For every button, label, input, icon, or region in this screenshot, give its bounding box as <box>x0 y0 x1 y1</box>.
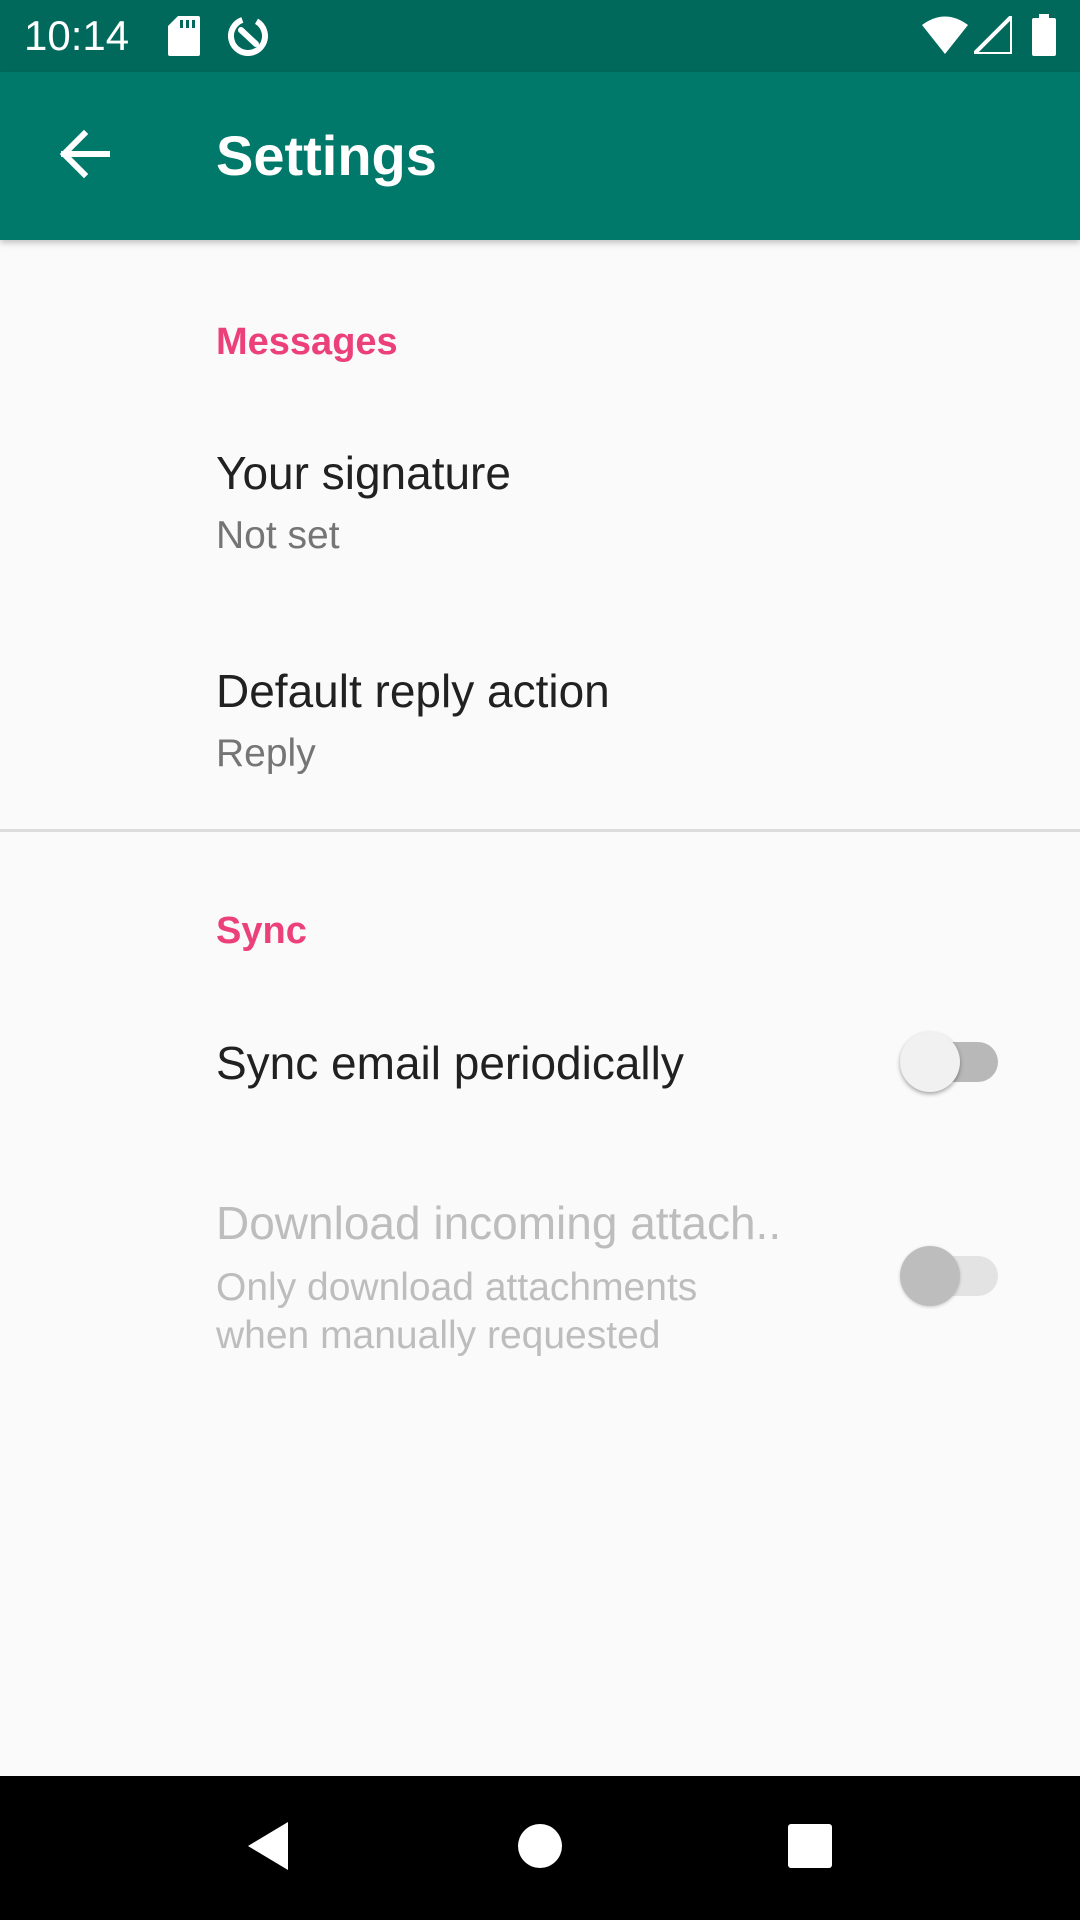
pref-title-your-signature: Your signature <box>216 447 511 499</box>
battery-icon <box>1032 14 1056 61</box>
pref-title-default-reply-action: Default reply action <box>216 665 610 717</box>
pref-title-download-attachments: Download incoming attach.. <box>216 1197 782 1249</box>
pref-summary-your-signature: Not set <box>216 514 340 557</box>
sync-email-switch[interactable] <box>900 1032 1000 1092</box>
recents-square-icon <box>787 1823 833 1874</box>
back-triangle-icon <box>244 1820 292 1877</box>
settings-screen: 10:14 Settings Messages Your signature N… <box>0 0 1080 1920</box>
section-header-messages: Messages <box>216 321 398 363</box>
navigation-bar <box>0 1776 1080 1920</box>
nav-back-button[interactable] <box>224 1804 312 1892</box>
arrow-back-icon <box>58 129 111 183</box>
wifi-icon <box>922 16 968 59</box>
pref-default-reply-action[interactable] <box>0 630 1080 830</box>
cell-signal-icon <box>972 14 1014 59</box>
switch-thumb <box>900 1246 960 1306</box>
section-header-sync: Sync <box>216 910 307 952</box>
nav-recents-button[interactable] <box>766 1804 854 1892</box>
switch-thumb <box>900 1032 960 1092</box>
download-attachments-switch <box>900 1246 1000 1306</box>
back-button[interactable] <box>36 108 132 204</box>
data-saver-icon <box>226 14 270 63</box>
status-time: 10:14 <box>24 12 130 59</box>
pref-summary-default-reply-action: Reply <box>216 732 316 775</box>
status-bar: 10:14 <box>0 0 1080 72</box>
pref-title-sync-email-periodically: Sync email periodically <box>216 1037 684 1089</box>
section-divider <box>0 829 1080 832</box>
nav-home-button[interactable] <box>496 1804 584 1892</box>
pref-your-signature[interactable] <box>0 420 1080 620</box>
sd-card-icon <box>168 16 200 61</box>
page-title: Settings <box>216 124 437 187</box>
pref-summary-download-attachments-line2: when manually requested <box>216 1314 661 1357</box>
app-bar: Settings <box>0 72 1080 240</box>
home-circle-icon <box>517 1823 563 1874</box>
pref-summary-download-attachments-line1: Only download attachments <box>216 1266 698 1309</box>
